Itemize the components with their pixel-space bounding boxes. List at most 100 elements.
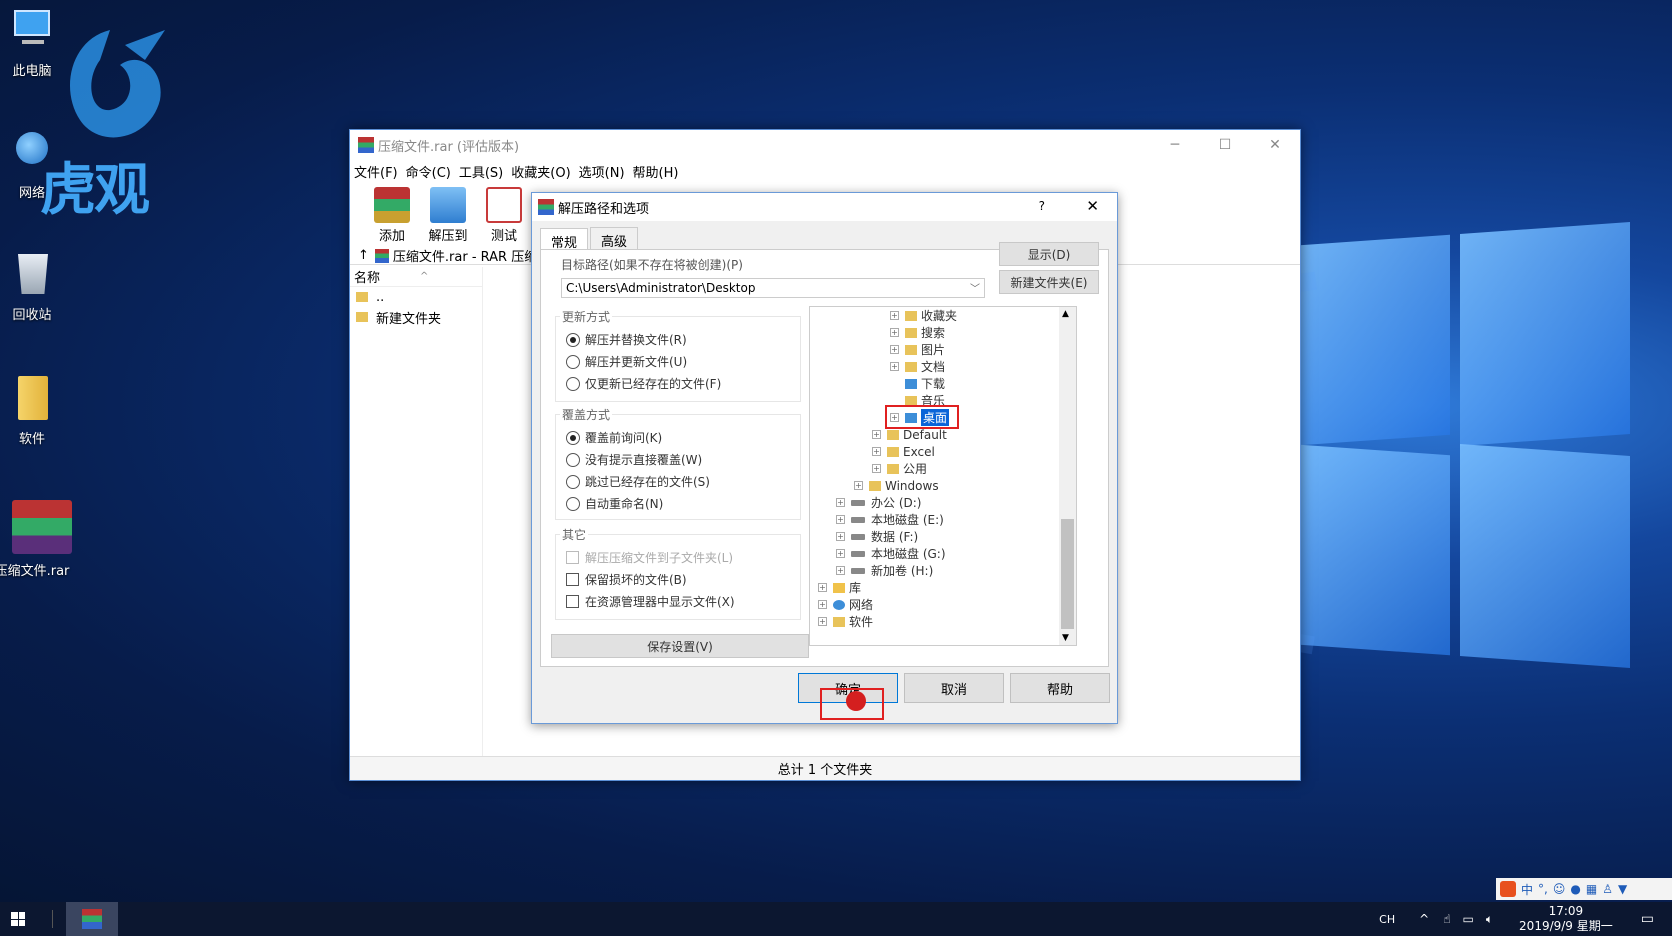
tree-scrollbar[interactable]: ▲ ▼: [1059, 307, 1076, 645]
new-folder-button[interactable]: 新建文件夹(E): [999, 270, 1099, 294]
tree-node[interactable]: + 公用: [872, 460, 927, 477]
tree-node[interactable]: + Excel: [872, 443, 935, 460]
scroll-up-icon[interactable]: ▲: [1062, 309, 1069, 319]
radio-extract-replace[interactable]: 解压并替换文件(R): [566, 331, 687, 348]
desktop-icon-label: 网络: [18, 186, 45, 201]
radio-extract-update[interactable]: 解压并更新文件(U): [566, 353, 687, 370]
ime-lang-indicator[interactable]: CH: [1379, 913, 1395, 926]
taskbar-app-winrar[interactable]: [66, 902, 118, 936]
tree-node[interactable]: + 软件: [818, 613, 873, 630]
desktop-icon-recycle-bin[interactable]: 回收站: [0, 250, 72, 323]
show-button[interactable]: 显示(D): [999, 242, 1099, 266]
help-dialog-button[interactable]: 帮助: [1010, 673, 1110, 703]
expand-icon[interactable]: +: [818, 617, 827, 626]
scroll-thumb[interactable]: [1061, 519, 1074, 629]
ime-mode[interactable]: 中: [1521, 881, 1533, 898]
emoji-icon[interactable]: ☺: [1553, 882, 1566, 896]
checkbox-extract-to-subfolder[interactable]: 解压压缩文件到子文件夹(L): [566, 549, 733, 566]
tree-node[interactable]: + 网络: [818, 596, 873, 613]
mic-icon[interactable]: ●: [1570, 882, 1580, 896]
expand-icon[interactable]: +: [890, 311, 899, 320]
punctuation-icon[interactable]: °,: [1538, 882, 1548, 896]
up-arrow-icon[interactable]: ↑: [358, 248, 369, 263]
expand-icon[interactable]: +: [818, 600, 827, 609]
expand-icon[interactable]: +: [854, 481, 863, 490]
network-tray-icon[interactable]: ▭: [1463, 912, 1474, 926]
tree-node[interactable]: + 办公 (D:): [836, 494, 921, 511]
desktop-icon-archive[interactable]: 压缩文件.rar: [0, 498, 72, 579]
expand-icon[interactable]: +: [890, 328, 899, 337]
start-button[interactable]: [0, 902, 36, 936]
tree-node[interactable]: + 文档: [890, 358, 945, 375]
toolbar-test-button[interactable]: 测试: [476, 187, 532, 244]
shirt-icon[interactable]: ▼: [1618, 882, 1627, 896]
expand-icon[interactable]: +: [836, 532, 845, 541]
expand-icon[interactable]: +: [836, 566, 845, 575]
help-button[interactable]: ?: [1039, 199, 1045, 213]
file-row[interactable]: ..: [350, 287, 482, 307]
expand-icon[interactable]: +: [872, 464, 881, 473]
desktop-icon-software[interactable]: 软件: [0, 374, 72, 447]
chevron-down-icon[interactable]: ﹀: [970, 280, 980, 295]
radio-overwrite-silently[interactable]: 没有提示直接覆盖(W): [566, 451, 702, 468]
expand-icon[interactable]: +: [836, 549, 845, 558]
target-path-input[interactable]: C:\Users\Administrator\Desktop ﹀: [561, 278, 985, 298]
tree-node[interactable]: + 搜索: [890, 324, 945, 341]
radio-auto-rename[interactable]: 自动重命名(N): [566, 495, 663, 512]
volume-icon[interactable]: 🔈︎: [1486, 912, 1493, 927]
save-settings-button[interactable]: 保存设置(V): [551, 634, 809, 658]
touch-icon[interactable]: ☝: [1443, 912, 1450, 926]
radio-button: [566, 354, 580, 369]
chevron-up-icon[interactable]: ^: [1419, 912, 1429, 926]
expand-icon[interactable]: +: [836, 515, 845, 524]
tree-node[interactable]: + 收藏夹: [890, 307, 957, 324]
radio-skip-existing[interactable]: 跳过已经存在的文件(S): [566, 473, 710, 490]
tree-node[interactable]: 下载: [905, 375, 945, 392]
cancel-button[interactable]: 取消: [904, 673, 1004, 703]
tree-node[interactable]: + Default: [872, 426, 947, 443]
toolbar-add-button[interactable]: 添加: [364, 187, 420, 244]
scroll-down-icon[interactable]: ▼: [1062, 633, 1069, 643]
main-titlebar[interactable]: 压缩文件.rar (评估版本) ─ ☐ ✕: [350, 130, 1300, 160]
menu-help[interactable]: 帮助(H): [633, 162, 679, 181]
radio-update-existing[interactable]: 仅更新已经存在的文件(F): [566, 375, 721, 392]
maximize-button[interactable]: ☐: [1200, 130, 1250, 160]
menu-command[interactable]: 命令(C): [406, 162, 451, 181]
tree-node[interactable]: + 本地磁盘 (E:): [836, 511, 944, 528]
radio-ask-before-overwrite[interactable]: 覆盖前询问(K): [566, 429, 662, 446]
tree-node[interactable]: + Windows: [854, 477, 939, 494]
toolbar-extract-button[interactable]: 解压到: [420, 187, 476, 244]
menu-favorites[interactable]: 收藏夹(O): [511, 162, 570, 181]
tree-node[interactable]: + 库: [818, 579, 861, 596]
user-icon[interactable]: ♙: [1602, 882, 1613, 896]
desktop-icon-network[interactable]: 网络: [0, 128, 72, 201]
dialog-titlebar[interactable]: 解压路径和选项 ? ✕: [532, 193, 1117, 221]
menu-file[interactable]: 文件(F): [354, 162, 398, 181]
tree-node[interactable]: + 数据 (F:): [836, 528, 918, 545]
minimize-button[interactable]: ─: [1150, 130, 1200, 160]
menu-options[interactable]: 选项(N): [579, 162, 625, 181]
expand-icon[interactable]: +: [818, 583, 827, 592]
keyboard-icon[interactable]: ▦: [1586, 882, 1597, 896]
close-button[interactable]: ✕: [1250, 130, 1300, 160]
expand-icon[interactable]: +: [872, 447, 881, 456]
expand-icon[interactable]: +: [890, 362, 899, 371]
folder-tree[interactable]: + 收藏夹 + 搜索 + 图片 + 文档 下载 音乐 + 桌面 + Default + Exc…: [809, 306, 1077, 646]
expand-icon[interactable]: +: [890, 345, 899, 354]
dialog-close-button[interactable]: ✕: [1086, 197, 1099, 215]
expand-icon[interactable]: +: [872, 430, 881, 439]
tree-node[interactable]: + 本地磁盘 (G:): [836, 545, 946, 562]
column-header-name[interactable]: 名称 ^: [350, 267, 482, 287]
checkbox-show-in-explorer[interactable]: 在资源管理器中显示文件(X): [566, 593, 735, 610]
menu-tools[interactable]: 工具(S): [459, 162, 503, 181]
clock[interactable]: 17:09 2019/9/9 星期一: [1519, 904, 1613, 934]
notification-icon[interactable]: ▭: [1641, 911, 1654, 927]
ime-toolbar[interactable]: 中 °, ☺ ● ▦ ♙ ▼: [1496, 878, 1672, 900]
tree-node[interactable]: + 图片: [890, 341, 945, 358]
option-label: 解压压缩文件到子文件夹(L): [585, 551, 734, 565]
desktop-icon-this-pc[interactable]: 此电脑: [0, 6, 72, 79]
checkbox-keep-broken-files[interactable]: 保留损坏的文件(B): [566, 571, 687, 588]
tree-node[interactable]: + 新加卷 (H:): [836, 562, 933, 579]
file-row[interactable]: 新建文件夹: [350, 307, 482, 327]
expand-icon[interactable]: +: [836, 498, 845, 507]
